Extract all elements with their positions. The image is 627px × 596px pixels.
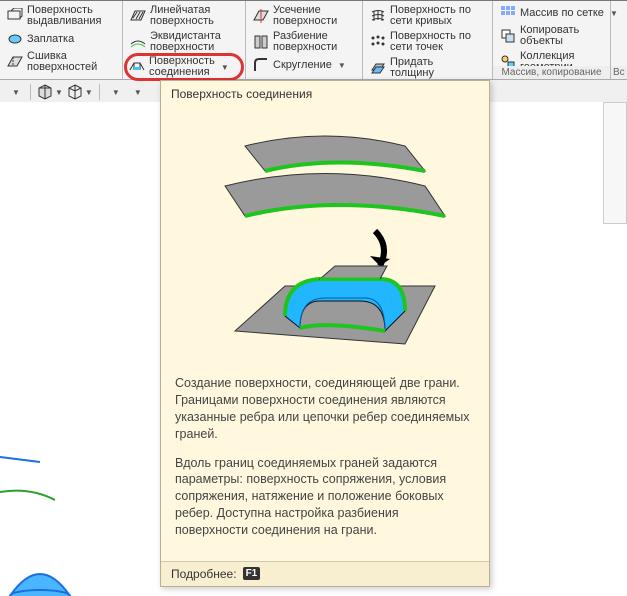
view-wire-cube-icon[interactable]: ▼ [67,82,93,102]
tooltip-illustration [161,107,489,365]
cmd-surface-by-point-net[interactable]: Поверхность посети точек [366,29,489,55]
view-iso-cube-icon[interactable]: ▼ [37,82,63,102]
ribbon-group-array-copy: Массив по сетке▼ Копироватьобъекты Колле… [493,1,611,79]
cmd-offset-surface[interactable]: Эквидистантаповерхности [126,29,242,55]
group-label: Массив, копирование [493,66,610,79]
label-l1: Скругление [273,59,332,71]
cmd-array-grid[interactable]: Массив по сетке▼ [496,3,607,23]
label-l2: поверхность [150,15,214,27]
chevron-down-icon: ▼ [221,62,229,73]
group-label-tail: Вс [611,66,627,79]
cmd-ruled-surface[interactable]: Линейчатаяповерхность [126,3,242,29]
ribbon-group-surfaces-d: Поверхность посети кривых Поверхность по… [363,1,493,79]
ribbon-group-surfaces-b: Линейчатаяповерхность Эквидистантаповерх… [123,1,246,79]
ribbon-group-surfaces-c: Усечениеповерхности Разбиениеповерхности… [246,1,363,79]
label-l2: сети кривых [390,15,452,27]
label-l2: поверхности [150,41,214,53]
cmd-stitch[interactable]: Сшивкаповерхностей [3,49,119,75]
tooltip-para-1: Создание поверхности, соединяющей две гр… [175,375,475,443]
cmd-trim-surface[interactable]: Усечениеповерхности [249,3,359,29]
side-tool-panel[interactable] [603,102,627,224]
tooltip-more-label: Подробнее: [171,567,237,581]
cmd-thicken[interactable]: Придатьтолщину [366,55,489,81]
tooltip-title: Поверхность соединения [161,81,489,107]
tooltip-body: Создание поверхности, соединяющей две гр… [161,365,489,561]
label-l2: поверхностей [27,61,97,73]
tooltip-para-2: Вдоль границ соединяемых граней задаются… [175,455,475,539]
view-dropdown-b[interactable]: ▼ [106,82,124,102]
view-dropdown-c[interactable]: ▼ [128,82,146,102]
label-l2: поверхности [273,41,337,53]
view-dropdown-a[interactable]: ▼ [6,82,24,102]
cmd-patch[interactable]: Заплатка [3,29,119,49]
ribbon-toolbar: Поверхностьвыдавливания Заплатка Сшивкап… [0,0,627,80]
tooltip-footer: Подробнее: F1 [161,561,489,586]
cmd-fillet[interactable]: Скругление ▼ [249,55,359,75]
cmd-copy-objects[interactable]: Копироватьобъекты [496,23,607,49]
label-l1: Заплатка [27,33,74,45]
ribbon-group-surfaces-a: Поверхностьвыдавливания Заплатка Сшивкап… [0,1,123,79]
chevron-down-icon: ▼ [338,60,346,71]
label-l2: поверхности [273,15,337,27]
label-l2: выдавливания [27,15,101,27]
ribbon-group-tail: Вс [611,1,627,79]
tooltip-popup: Поверхность соединения Создание повер [160,80,490,587]
label-l2: соединения [149,66,210,78]
cmd-surface-by-curve-net[interactable]: Поверхность посети кривых [366,3,489,29]
label-l2: сети точек [390,41,443,53]
cmd-connection-surface[interactable]: Поверхностьсоединения▼ [124,53,244,81]
cmd-split-surface[interactable]: Разбиениеповерхности [249,29,359,55]
f1-key-icon: F1 [243,567,261,580]
label-l2: объекты [520,35,563,47]
label-l2: толщину [390,67,434,79]
label-l1: Массив по сетке [520,7,604,19]
cmd-surface-extrude[interactable]: Поверхностьвыдавливания [3,3,119,29]
